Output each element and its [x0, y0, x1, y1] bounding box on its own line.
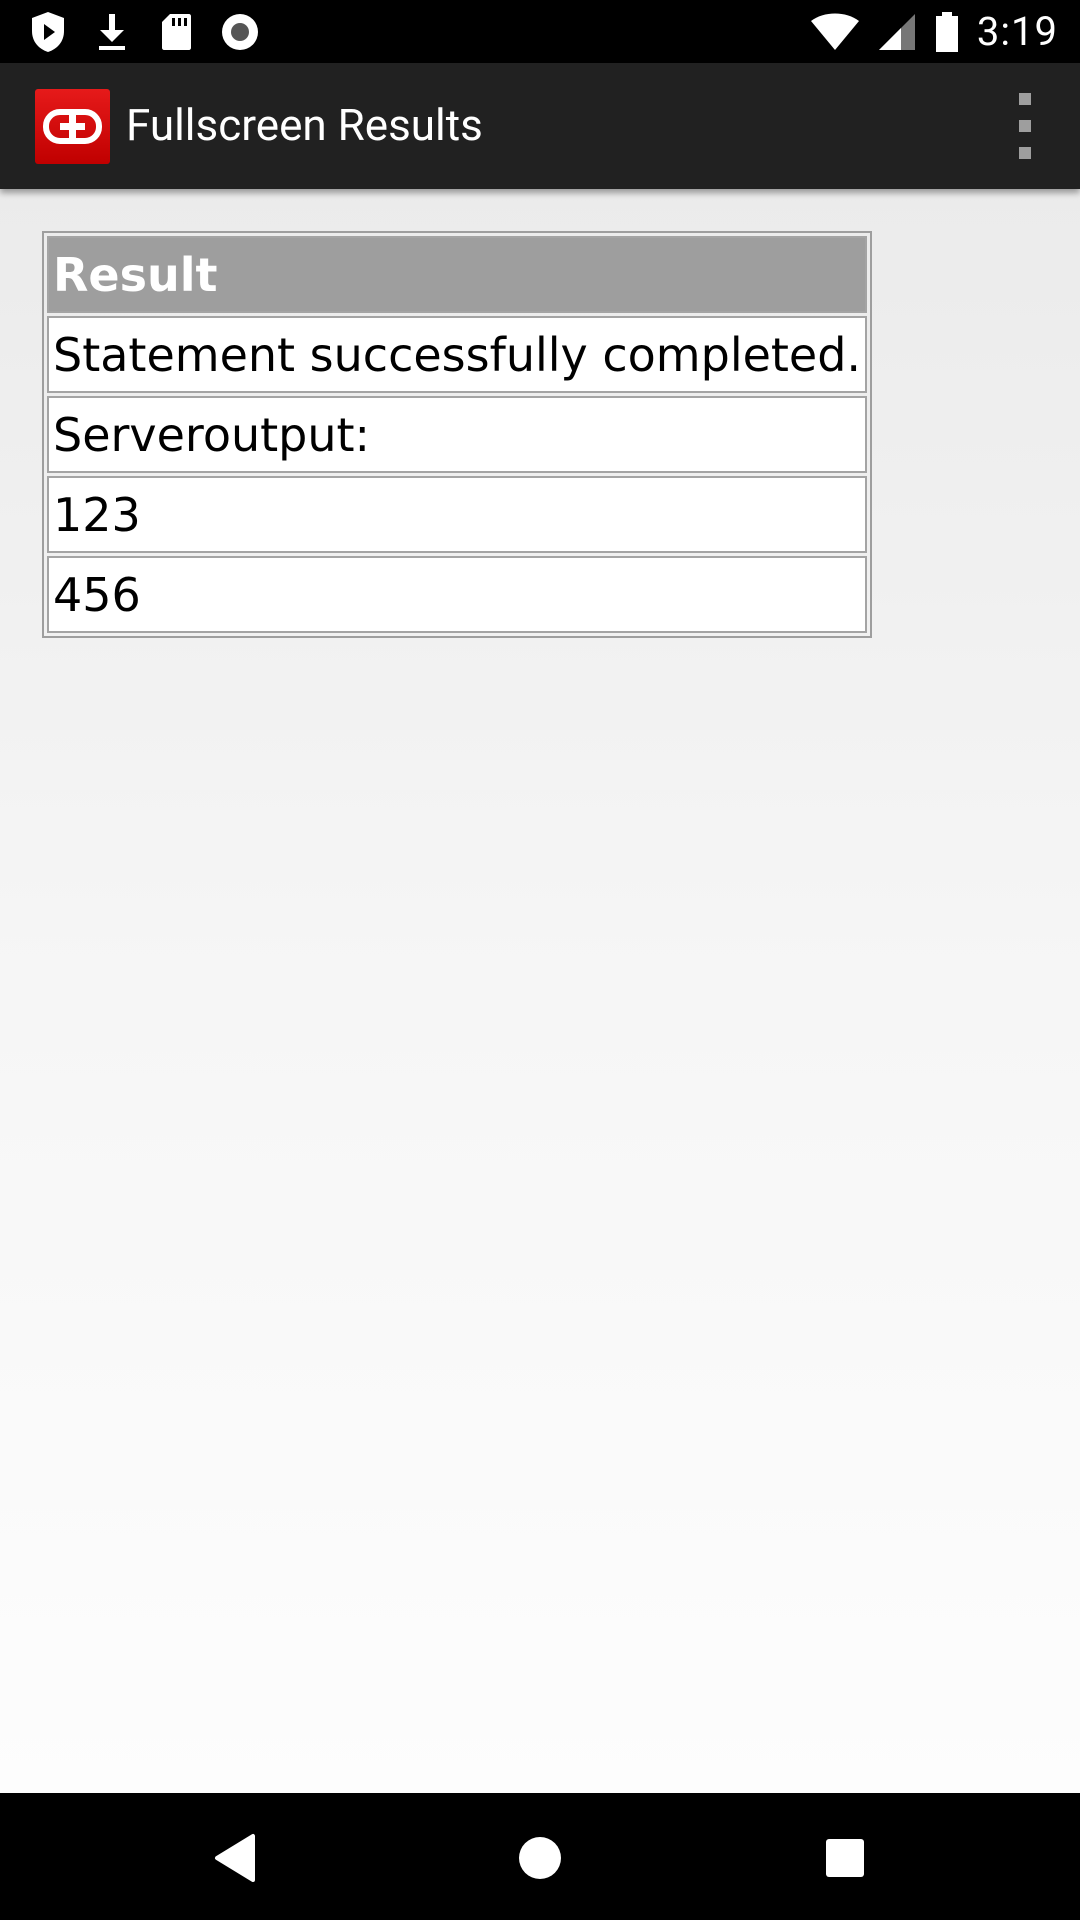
results-table: Result Statement successfully completed.…: [42, 231, 873, 638]
app-logo-icon: [35, 89, 110, 164]
battery-icon: [933, 10, 961, 54]
signal-icon: [877, 10, 917, 54]
recents-icon[interactable]: [810, 1823, 880, 1893]
app-title: Fullscreen Results: [126, 99, 483, 151]
status-bar: 3:19: [0, 0, 1080, 63]
table-cell: Statement successfully completed.: [47, 316, 868, 393]
table-row: Serveroutput:: [47, 396, 868, 473]
navigation-bar: [0, 1793, 1080, 1920]
wifi-icon: [809, 10, 861, 54]
status-time: 3:19: [976, 8, 1058, 55]
app-bar: Fullscreen Results: [0, 63, 1080, 189]
results-content: Result Statement successfully completed.…: [0, 189, 1080, 1793]
menu-dot: [1019, 147, 1031, 159]
download-icon: [92, 10, 132, 54]
play-protect-icon: [28, 10, 68, 54]
record-icon: [220, 10, 260, 54]
table-row: 456: [47, 556, 868, 633]
sd-card-icon: [156, 10, 196, 54]
table-row: 123: [47, 476, 868, 553]
table-cell: Serveroutput:: [47, 396, 868, 473]
table-header-row: Result: [47, 236, 868, 313]
table-cell: 123: [47, 476, 868, 553]
table-cell: 456: [47, 556, 868, 633]
overflow-menu-icon[interactable]: [1000, 93, 1050, 159]
back-icon[interactable]: [200, 1823, 270, 1893]
menu-dot: [1019, 93, 1031, 105]
table-row: Statement successfully completed.: [47, 316, 868, 393]
home-icon[interactable]: [505, 1823, 575, 1893]
table-header-cell: Result: [47, 236, 868, 313]
menu-dot: [1019, 120, 1031, 132]
